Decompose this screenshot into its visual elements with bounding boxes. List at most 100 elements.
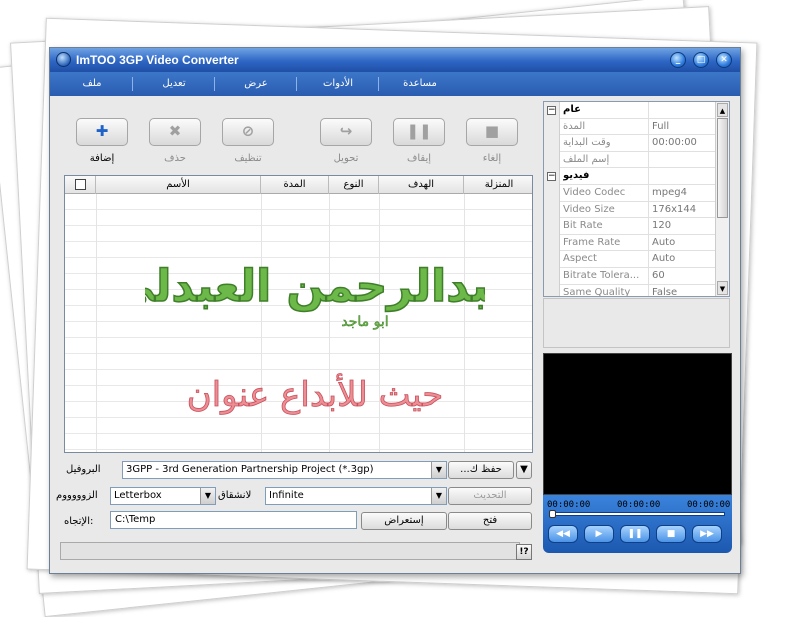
profile-label: البروفيل	[66, 464, 101, 475]
collapse-general-icon[interactable]: −	[547, 106, 556, 115]
file-list[interactable]: الأسم المدة النوع الهدف المنزلة عبدالرحم…	[64, 175, 533, 453]
pause-button[interactable]: ❚❚	[393, 118, 445, 146]
menu-view[interactable]: عرض	[224, 72, 288, 96]
property-row[interactable]: Video Codec mpeg4	[560, 185, 715, 202]
rewind-button[interactable]: ◀◀	[548, 525, 578, 543]
convert-button[interactable]: ↪	[320, 118, 372, 146]
property-divider	[648, 118, 649, 135]
profile-select[interactable]: 3GPP - 3rd Generation Partnership Projec…	[122, 461, 447, 479]
property-row[interactable]: Frame Rate Auto	[560, 234, 715, 252]
pause-icon: ❚❚	[406, 122, 432, 140]
seek-bar[interactable]	[549, 512, 725, 516]
menu-separator	[214, 77, 215, 91]
collapse-video-icon[interactable]: −	[547, 172, 556, 181]
column-target[interactable]: الهدف	[379, 176, 464, 194]
stop-icon: ■	[484, 122, 500, 140]
column-status[interactable]: المنزلة	[464, 176, 532, 194]
column-duration[interactable]: المدة	[261, 176, 329, 194]
logo-subtext: ابو ماجد	[341, 314, 388, 330]
window-title: ImTOO 3GP Video Converter	[76, 53, 239, 67]
x-icon: ✖	[168, 122, 182, 140]
property-row[interactable]: Aspect Auto	[560, 251, 715, 268]
property-row[interactable]: Same Quality False	[560, 284, 715, 297]
menu-separator	[296, 77, 297, 91]
player-stop-button[interactable]: ■	[656, 525, 686, 543]
column-name[interactable]: الأسم	[96, 176, 261, 194]
properties-panel: − عام المدة Full وقت البداية 00:00:00 إس…	[543, 101, 730, 297]
menu-edit[interactable]: تعديل	[142, 72, 206, 96]
browse-button[interactable]: إستعراض	[361, 512, 447, 530]
split-select[interactable]: Infinite ▼	[265, 487, 447, 505]
menu-tools[interactable]: الأدوات	[306, 72, 370, 96]
app-icon	[56, 52, 71, 67]
clear-icon: ⊘	[241, 122, 255, 140]
property-key: Bitrate Tolera...	[563, 270, 640, 281]
time-start: 00:00:00	[547, 500, 591, 510]
scroll-down-icon[interactable]: ▼	[717, 281, 728, 295]
category-video[interactable]: فيديو	[560, 168, 715, 185]
property-value: 60	[652, 270, 665, 281]
update-button[interactable]: التحديث	[448, 487, 532, 505]
watermark-logo: عبدالرحمن العبدلي ابو ماجد حيث للأبداع ع…	[145, 260, 485, 415]
chevron-down-icon: ▼	[431, 462, 446, 478]
play-icon: ▶	[595, 529, 603, 539]
convert-label: تحويل	[333, 153, 359, 164]
property-key: Frame Rate	[563, 236, 621, 248]
clear-button[interactable]: ⊘	[222, 118, 274, 146]
column-type[interactable]: النوع	[329, 176, 379, 194]
property-row[interactable]: Bit Rate 120	[560, 218, 715, 235]
stop-button[interactable]: ■	[466, 118, 518, 146]
property-row[interactable]: وقت البداية 00:00:00	[560, 135, 715, 152]
logo-name-text: عبدالرحمن العبدلي	[145, 261, 485, 312]
property-row[interactable]: Video Size 176x144	[560, 201, 715, 219]
help-button[interactable]: !?	[516, 544, 532, 560]
properties-scrollbar[interactable]: ▲ ▼	[715, 102, 729, 296]
add-button[interactable]: ✚	[76, 118, 128, 146]
pause-label: إيقاف	[406, 153, 432, 164]
property-divider	[648, 185, 649, 201]
save-as-button[interactable]: ...حفظ ك	[448, 461, 514, 479]
property-key: Video Codec	[563, 187, 626, 198]
close-button[interactable]: ✕	[716, 52, 732, 68]
minimize-button[interactable]: _	[670, 52, 686, 68]
select-all-checkbox[interactable]	[75, 179, 86, 190]
category-general-label: عام	[563, 104, 581, 115]
column-divider	[96, 194, 97, 452]
delete-button[interactable]: ✖	[149, 118, 201, 146]
stop-label: إلغاء	[482, 153, 502, 164]
description-panel	[543, 298, 730, 348]
chevron-down-icon: ▼	[520, 464, 528, 475]
play-button[interactable]: ▶	[584, 525, 614, 543]
plus-icon: ✚	[95, 122, 109, 140]
save-as-dropdown-button[interactable]: ▼	[516, 461, 532, 479]
scroll-up-icon[interactable]: ▲	[717, 103, 728, 117]
zoom-select[interactable]: Letterbox ▼	[110, 487, 216, 505]
property-value: False	[652, 286, 678, 297]
fast-forward-button[interactable]: ▶▶	[692, 525, 722, 543]
property-key: Video Size	[563, 203, 615, 215]
property-divider	[648, 151, 649, 168]
property-key: Same Quality	[563, 286, 631, 297]
zoom-label: الزوووووم	[56, 490, 98, 501]
output-path-input[interactable]: C:\Temp	[110, 511, 357, 529]
player-pause-button[interactable]: ❚❚	[620, 525, 650, 543]
category-general[interactable]: عام	[560, 102, 715, 119]
file-list-header: الأسم المدة النوع الهدف المنزلة	[65, 176, 532, 194]
property-divider	[648, 251, 649, 267]
seek-handle[interactable]	[549, 510, 556, 518]
property-divider	[648, 168, 649, 184]
scrollbar-thumb[interactable]	[717, 118, 728, 218]
app-window: ImTOO 3GP Video Converter _ □ ✕ ملف تعدي…	[49, 47, 741, 574]
property-divider	[648, 102, 649, 118]
property-row[interactable]: إسم الملف	[560, 151, 715, 169]
stop-icon: ■	[666, 529, 676, 539]
property-row[interactable]: المدة Full	[560, 118, 715, 136]
maximize-button[interactable]: □	[693, 52, 709, 68]
menu-separator	[132, 77, 133, 91]
property-row[interactable]: Bitrate Tolera... 60	[560, 268, 715, 285]
open-button[interactable]: فتح	[448, 512, 532, 530]
properties-gutter	[544, 102, 560, 296]
menu-file[interactable]: ملف	[60, 72, 124, 96]
chevron-down-icon: ▼	[431, 488, 446, 504]
menu-help[interactable]: مساعدة	[388, 72, 452, 96]
